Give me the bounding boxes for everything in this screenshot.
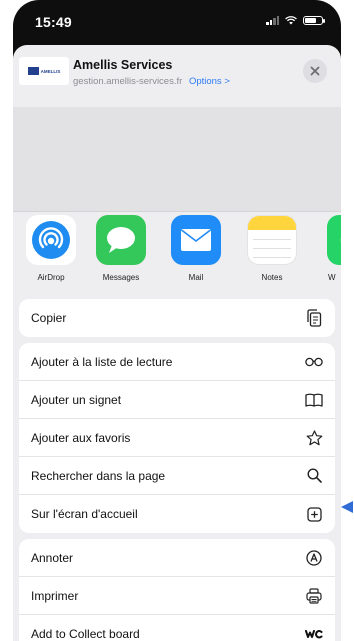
- search-icon: [305, 467, 323, 485]
- action-collect-board[interactable]: Add to Collect board: [19, 615, 335, 641]
- close-button[interactable]: [303, 59, 327, 83]
- action-label: Ajouter un signet: [31, 392, 122, 407]
- action-group-page: Ajouter à la liste de lecture Ajouter un…: [19, 343, 335, 533]
- action-group-other: Annoter Imprimer Add to Collect board: [19, 539, 335, 641]
- action-label: Imprimer: [31, 588, 79, 603]
- action-label: Copier: [31, 311, 67, 325]
- battery-icon: [303, 15, 325, 25]
- action-add-to-home-screen[interactable]: Sur l'écran d'accueil: [19, 495, 335, 533]
- action-list: Copier Ajouter à la liste de lecture Ajo…: [19, 299, 335, 641]
- messages-icon: [96, 215, 146, 265]
- action-group-copy: Copier: [19, 299, 335, 337]
- divider: [13, 211, 341, 212]
- action-label: Add to Collect board: [31, 627, 140, 641]
- logo-mark-icon: [27, 67, 39, 75]
- printer-icon: [305, 587, 323, 605]
- action-reading-list[interactable]: Ajouter à la liste de lecture: [19, 343, 335, 381]
- action-find-in-page[interactable]: Rechercher dans la page: [19, 457, 335, 495]
- share-sheet-header: AMELLIS Amellis Services gestion.amellis…: [13, 45, 341, 107]
- site-url: gestion.amellis-services.fr: [73, 76, 183, 87]
- glasses-icon: [305, 353, 323, 371]
- share-sheet: AMELLIS Amellis Services gestion.amellis…: [13, 45, 341, 641]
- app-label: Messages: [102, 273, 140, 282]
- app-messages[interactable]: Messages: [88, 215, 154, 282]
- action-bookmark[interactable]: Ajouter un signet: [19, 381, 335, 419]
- collect-icon: [305, 625, 323, 641]
- annotation-arrow-icon: [341, 501, 353, 513]
- action-copy[interactable]: Copier: [19, 299, 335, 337]
- notes-icon: [247, 215, 297, 265]
- star-icon: [305, 429, 323, 447]
- signal-icon: [266, 15, 279, 25]
- add-square-icon: [305, 505, 323, 523]
- app-row: AirDrop Messages Mail Notes W: [13, 215, 341, 299]
- action-label: Annoter: [31, 550, 74, 565]
- site-logo-text: AMELLIS: [40, 68, 61, 74]
- wifi-icon: [285, 15, 297, 24]
- action-label: Rechercher dans la page: [31, 468, 166, 483]
- page-preview: [13, 107, 341, 211]
- site-title: Amellis Services: [73, 58, 173, 72]
- app-notes[interactable]: Notes: [239, 215, 305, 282]
- copy-icon: [305, 309, 323, 327]
- app-mail[interactable]: Mail: [163, 215, 229, 282]
- action-label: Ajouter aux favoris: [31, 430, 131, 445]
- action-print[interactable]: Imprimer: [19, 577, 335, 615]
- action-favorites[interactable]: Ajouter aux favoris: [19, 419, 335, 457]
- airdrop-icon: [26, 215, 76, 265]
- app-whatsapp[interactable]: W: [317, 215, 341, 282]
- action-label: Sur l'écran d'accueil: [31, 507, 138, 521]
- app-airdrop[interactable]: AirDrop: [18, 215, 84, 282]
- action-label: Ajouter à la liste de lecture: [31, 354, 173, 369]
- action-markup[interactable]: Annoter: [19, 539, 335, 577]
- app-label: AirDrop: [37, 273, 65, 282]
- phone-screen: 15:49 AMELLIS Amellis Services gestion.a…: [13, 0, 341, 641]
- site-url-line: gestion.amellis-services.fr Options >: [73, 76, 230, 87]
- close-icon: [310, 66, 320, 76]
- app-label: W: [328, 273, 336, 282]
- whatsapp-icon: [327, 215, 341, 265]
- markup-icon: [305, 549, 323, 567]
- mail-icon: [171, 215, 221, 265]
- app-label: Notes: [261, 273, 283, 282]
- status-time: 15:49: [35, 14, 72, 30]
- status-icons: [266, 15, 325, 25]
- options-link[interactable]: Options >: [189, 76, 230, 87]
- status-bar: 15:49: [13, 0, 341, 42]
- app-label: Mail: [188, 273, 204, 282]
- site-logo: AMELLIS: [19, 57, 69, 85]
- book-icon: [305, 391, 323, 409]
